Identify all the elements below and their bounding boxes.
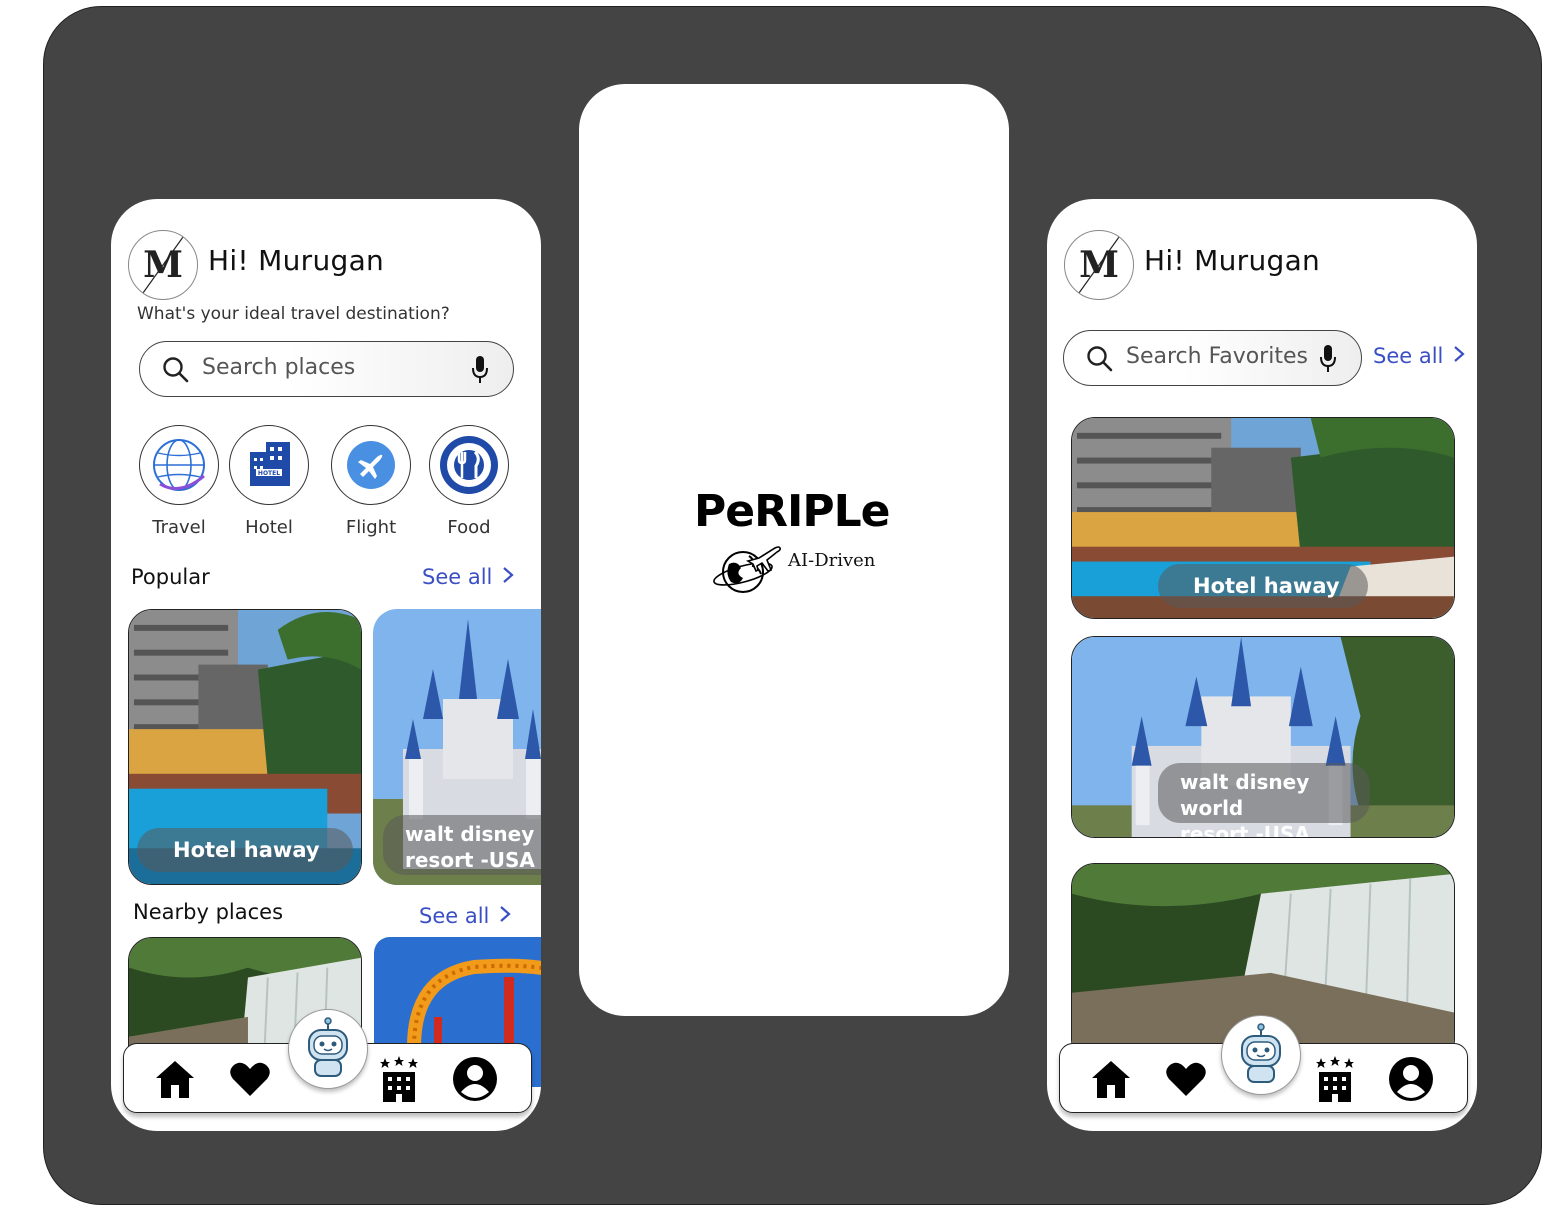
card-title-line: resort -USA — [1180, 822, 1310, 838]
avatar-logo-icon: M — [142, 236, 184, 294]
globe-icon — [139, 425, 219, 505]
hotel-building-icon: HOTEL — [229, 425, 309, 505]
card-title-line: walt disney world — [1180, 770, 1310, 820]
heart-icon[interactable] — [229, 1060, 271, 1098]
popular-card-hotel[interactable]: Hotel haway — [128, 609, 362, 885]
brand-logo-text: PeRIPLe — [694, 486, 890, 537]
nearby-heading: Nearby places — [133, 900, 284, 924]
microphone-icon[interactable] — [470, 355, 490, 385]
category-label: Hotel — [245, 517, 293, 538]
plate-fork-knife-icon — [429, 425, 509, 505]
favorite-card-hotel[interactable]: Hotel haway — [1071, 417, 1455, 619]
home-icon[interactable] — [154, 1058, 196, 1100]
microphone-icon[interactable] — [1318, 344, 1338, 374]
search-placeholder: Search Favorites — [1126, 344, 1308, 369]
popular-see-all-link[interactable]: See all — [422, 565, 515, 589]
svg-text:M: M — [1079, 244, 1119, 286]
popular-heading: Popular — [131, 565, 210, 589]
favorites-screen: M Hi! Murugan Search Favorites See all H… — [1047, 199, 1477, 1131]
profile-icon[interactable] — [1388, 1056, 1434, 1102]
canvas-board: M Hi! Murugan What's your ideal travel d… — [43, 6, 1542, 1205]
robot-assistant-icon[interactable] — [288, 1009, 368, 1089]
favorite-card-disney[interactable]: walt disney world resort -USA — [1071, 636, 1455, 838]
subtitle: What's your ideal travel destination? — [137, 304, 450, 324]
robot-assistant-icon[interactable] — [1221, 1015, 1301, 1095]
see-all-label: See all — [422, 565, 493, 589]
tagline: AI-Driven — [788, 550, 876, 571]
chevron-right-icon — [1453, 344, 1466, 368]
see-all-link[interactable]: See all — [1373, 344, 1466, 368]
card-title: Hotel haway — [137, 828, 353, 872]
category-label: Food — [447, 517, 491, 538]
see-all-label: See all — [419, 904, 490, 928]
card-title: walt disney w resort -USA — [383, 815, 541, 875]
category-travel[interactable]: Travel — [134, 425, 224, 538]
category-label: Flight — [345, 517, 397, 538]
see-all-label: See all — [1373, 344, 1444, 368]
popular-card-disney[interactable]: walt disney w resort -USA — [373, 609, 541, 885]
category-food[interactable]: Food — [424, 425, 514, 538]
home-screen: M Hi! Murugan What's your ideal travel d… — [111, 199, 541, 1131]
category-flight[interactable]: Flight — [326, 425, 416, 538]
home-icon[interactable] — [1090, 1058, 1132, 1100]
search-favorites-input[interactable]: Search Favorites — [1063, 330, 1362, 386]
svg-text:HOTEL: HOTEL — [258, 470, 280, 477]
profile-icon[interactable] — [452, 1056, 498, 1102]
avatar[interactable]: M — [128, 230, 198, 300]
chevron-right-icon — [502, 565, 515, 589]
avatar-logo-icon: M — [1078, 236, 1120, 294]
search-placeholder: Search places — [202, 355, 356, 380]
splash-screen: PeRIPLe AI-Driven — [579, 84, 1009, 1016]
svg-text:M: M — [143, 244, 183, 286]
search-input[interactable]: Search places — [139, 341, 514, 397]
card-title-line: resort -USA — [405, 848, 535, 872]
avatar[interactable]: M — [1064, 230, 1134, 300]
airplane-icon — [331, 425, 411, 505]
card-title-line: walt disney w — [405, 822, 541, 846]
hotel-stars-icon[interactable] — [1316, 1056, 1354, 1102]
globe-airplane-icon — [713, 546, 781, 593]
chevron-right-icon — [499, 904, 512, 928]
greeting: Hi! Murugan — [1144, 244, 1321, 277]
search-icon — [163, 357, 189, 383]
hotel-stars-icon[interactable] — [380, 1056, 418, 1102]
nearby-see-all-link[interactable]: See all — [419, 904, 512, 928]
category-label: Travel — [152, 517, 206, 538]
category-hotel[interactable]: HOTEL Hotel — [224, 425, 314, 538]
heart-icon[interactable] — [1165, 1060, 1207, 1098]
greeting: Hi! Murugan — [208, 244, 385, 277]
card-title: Hotel haway — [1158, 564, 1368, 608]
search-icon — [1087, 346, 1113, 372]
card-title: walt disney world resort -USA — [1158, 763, 1370, 837]
